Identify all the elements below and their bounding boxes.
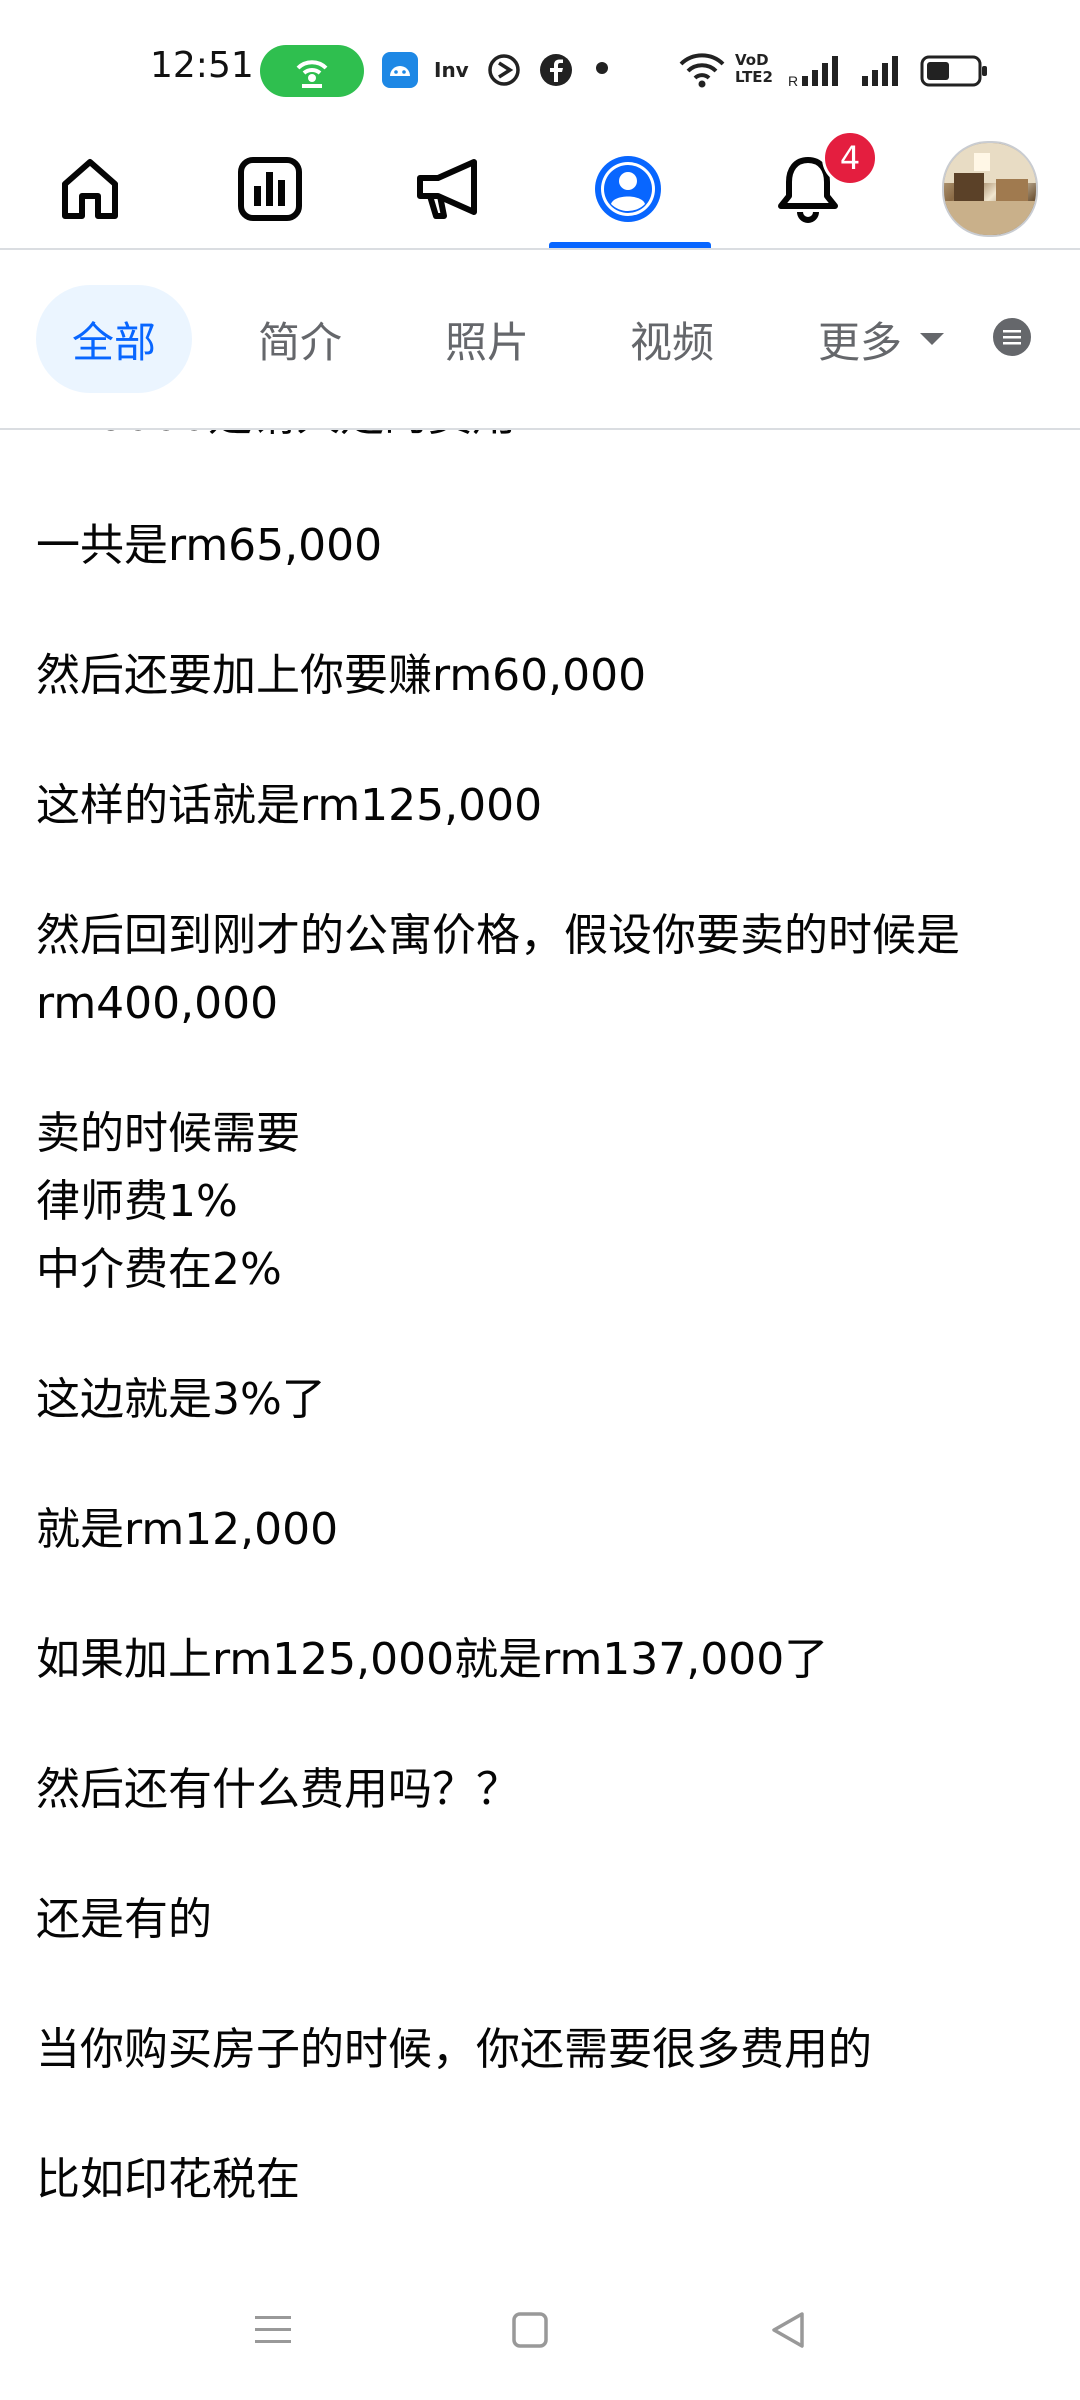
system-nav-bar [0, 2260, 1080, 2400]
back-button[interactable] [758, 2305, 818, 2355]
volte-icon: VoD LTE2 [735, 52, 773, 86]
status-bar: 12:51 Inv VoD LTE2 R [0, 0, 1080, 130]
nav-ads[interactable] [375, 130, 525, 248]
android-app-icon [382, 52, 418, 88]
sync-icon [486, 52, 522, 88]
post-paragraph: 这边就是3%了 [36, 1374, 326, 1425]
post-body: rm6000是请人走的费用一共是rm65,000 然后还要加上你要赚rm60,00… [36, 430, 1046, 2260]
post-paragraph: 就是rm12,000 [36, 1504, 339, 1555]
home-square-icon [512, 2312, 548, 2348]
tab-intro[interactable]: 简介 [258, 285, 342, 393]
wifi-icon [678, 52, 726, 92]
back-triangle-icon [772, 2312, 804, 2348]
post-paragraph: 比如印花税在 [36, 2154, 300, 2205]
home-button[interactable] [500, 2305, 560, 2355]
tab-videos[interactable]: 视频 [630, 285, 714, 393]
facebook-icon [538, 52, 574, 88]
megaphone-icon [417, 159, 477, 219]
notification-badge: 4 [822, 130, 878, 186]
home-icon [62, 159, 118, 219]
post-paragraph: 还是有的 [36, 1894, 212, 1945]
profile-tabs: 全部 简介 照片 视频 更多 [0, 250, 1080, 430]
menu-icon [255, 2316, 291, 2343]
post-paragraph: 然后回到刚才的公寓价格，假设你要卖的时候是rm400,000 [36, 910, 960, 1029]
nav-dashboard[interactable] [195, 130, 345, 248]
post-paragraph: 当你购买房子的时候，你还需要很多费用的 [36, 2024, 872, 2075]
status-time: 12:51 [150, 45, 254, 86]
signal-icon-2 [860, 52, 908, 92]
nav-home[interactable] [15, 130, 165, 248]
inv-app-icon: Inv [434, 58, 469, 82]
post-paragraph: rm6000是请人走的费用 [36, 430, 1046, 450]
signal-icon: R [788, 52, 850, 92]
tab-more[interactable]: 更多 [818, 285, 945, 393]
post-paragraph: 这样的话就是rm125,000 [36, 780, 543, 831]
lte-label: LTE2 [735, 68, 773, 86]
post-paragraph: 卖的时候需要 律师费1% 中介费在2% [36, 1108, 300, 1295]
post-paragraph: 然后还要加上你要赚rm60,000 [36, 650, 647, 701]
nav-profile[interactable] [553, 130, 703, 248]
post-paragraph: 一共是rm65,000 [36, 520, 383, 571]
tab-photos[interactable]: 照片 [445, 285, 529, 393]
hotspot-icon [260, 45, 364, 97]
top-nav: 4 [0, 130, 1080, 359]
active-tab-indicator [549, 242, 711, 248]
post-paragraph: 然后还有什么费用吗？？ [36, 1764, 520, 1815]
post-text: rm6000是请人走的费用一共是rm65,000 然后还要加上你要赚rm60,00… [0, 430, 1080, 2260]
profile-icon [595, 156, 661, 222]
svg-text:R: R [788, 73, 798, 88]
avatar [942, 141, 1038, 237]
tab-all[interactable]: 全部 [36, 285, 193, 393]
dashboard-icon [238, 157, 302, 221]
recent-apps-button[interactable] [243, 2305, 303, 2355]
tab-more-label: 更多 [818, 317, 903, 367]
nav-menu-avatar[interactable] [915, 130, 1065, 248]
dot-icon [596, 62, 608, 74]
post-paragraph: 如果加上rm125,000就是rm137,000了 [36, 1634, 829, 1685]
battery-icon [920, 52, 990, 92]
caret-down-icon [920, 333, 945, 345]
vod-label: VoD [735, 51, 769, 69]
